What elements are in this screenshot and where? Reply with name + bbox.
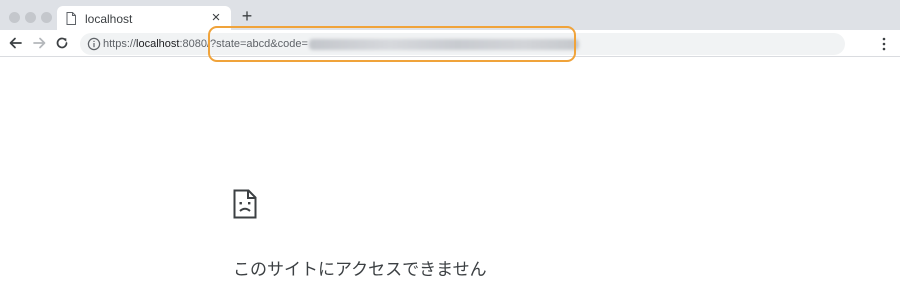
tab-title: localhost	[85, 12, 133, 26]
tab-close-icon[interactable]: ×	[207, 9, 225, 27]
window-minimize-button[interactable]	[25, 12, 36, 23]
error-title: このサイトにアクセスできません	[233, 260, 487, 280]
reload-icon[interactable]	[53, 34, 71, 52]
kebab-menu-icon[interactable]	[879, 37, 889, 51]
arrow-left-icon[interactable]	[7, 34, 25, 52]
window-close-button[interactable]	[9, 12, 20, 23]
sad-page-icon	[233, 189, 257, 219]
browser-window: localhost × + https://localhost:8080/?st…	[0, 0, 900, 285]
arrow-right-icon[interactable]	[30, 34, 48, 52]
info-icon[interactable]	[87, 37, 101, 51]
window-maximize-button[interactable]	[41, 12, 52, 23]
url-highlight-callout	[208, 26, 576, 62]
new-tab-icon[interactable]: +	[238, 7, 256, 25]
url-scheme: https://	[103, 38, 137, 50]
active-tab[interactable]: localhost ×	[57, 6, 231, 31]
page-icon	[66, 12, 76, 25]
url-host: localhost	[136, 38, 180, 50]
